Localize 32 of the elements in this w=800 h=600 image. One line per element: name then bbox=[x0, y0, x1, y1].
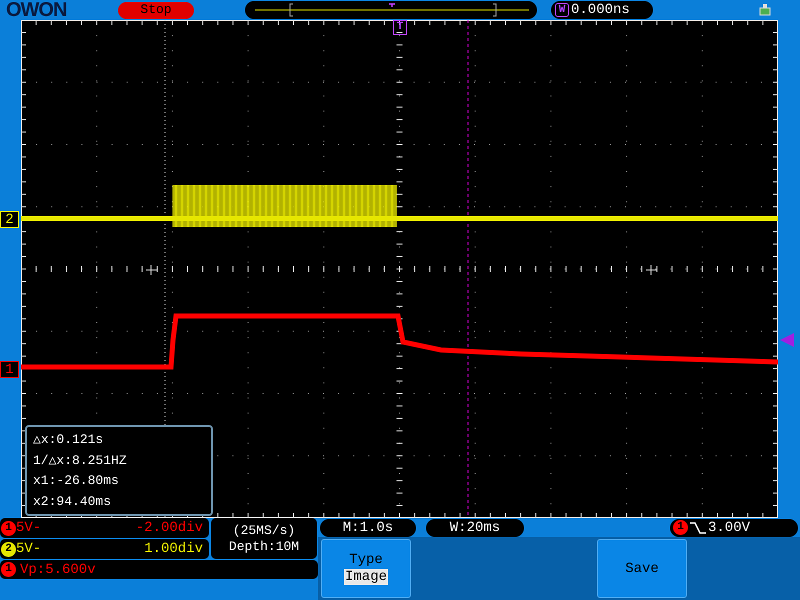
channel-offset: 1.00div bbox=[144, 542, 203, 556]
memory-depth: Depth:10M bbox=[228, 540, 300, 553]
window-marker: W bbox=[555, 3, 569, 17]
window-timebase: W:20ms bbox=[426, 518, 524, 536]
channel-badge: 1 bbox=[673, 520, 688, 535]
option-title: Type bbox=[349, 552, 383, 566]
timebase: M:1.0s bbox=[320, 518, 416, 536]
trigger-marker: T bbox=[393, 20, 407, 35]
channel-marker: 1 bbox=[0, 361, 19, 378]
cursor-readout: x1:-26.80ms bbox=[33, 474, 120, 488]
channel-scale: 5V- bbox=[16, 521, 42, 535]
option-value: Image bbox=[344, 568, 388, 584]
falling-edge-icon bbox=[689, 520, 707, 534]
cursor-readout: △x:0.121s bbox=[33, 432, 104, 446]
cursor-readout: 1/△x:8.251HZ bbox=[33, 454, 128, 467]
channel-badge: 1 bbox=[1, 562, 16, 577]
trigger-time: 0.000ns bbox=[571, 3, 630, 17]
channel-offset: -2.00div bbox=[136, 521, 203, 535]
sample-rate: (25MS/s) bbox=[232, 524, 296, 537]
channel-marker: 2 bbox=[0, 211, 19, 228]
trigger-level: 3.00V bbox=[708, 520, 750, 534]
measurement-value: Vp:5.600v bbox=[20, 562, 96, 576]
channel-scale: 5V- bbox=[16, 542, 42, 556]
trigger-level-icon bbox=[780, 333, 794, 347]
logo: OWON bbox=[6, 0, 66, 20]
run-state-indicator: Stop bbox=[118, 2, 194, 18]
menu-option-button[interactable]: Type Image bbox=[321, 539, 411, 598]
cursor-readout: x2:94.40ms bbox=[33, 495, 112, 508]
channel-badge: 2 bbox=[1, 542, 16, 556]
channel-badge: 1 bbox=[1, 520, 16, 536]
usb-icon bbox=[758, 3, 772, 17]
save-button[interactable]: Save bbox=[597, 539, 687, 598]
